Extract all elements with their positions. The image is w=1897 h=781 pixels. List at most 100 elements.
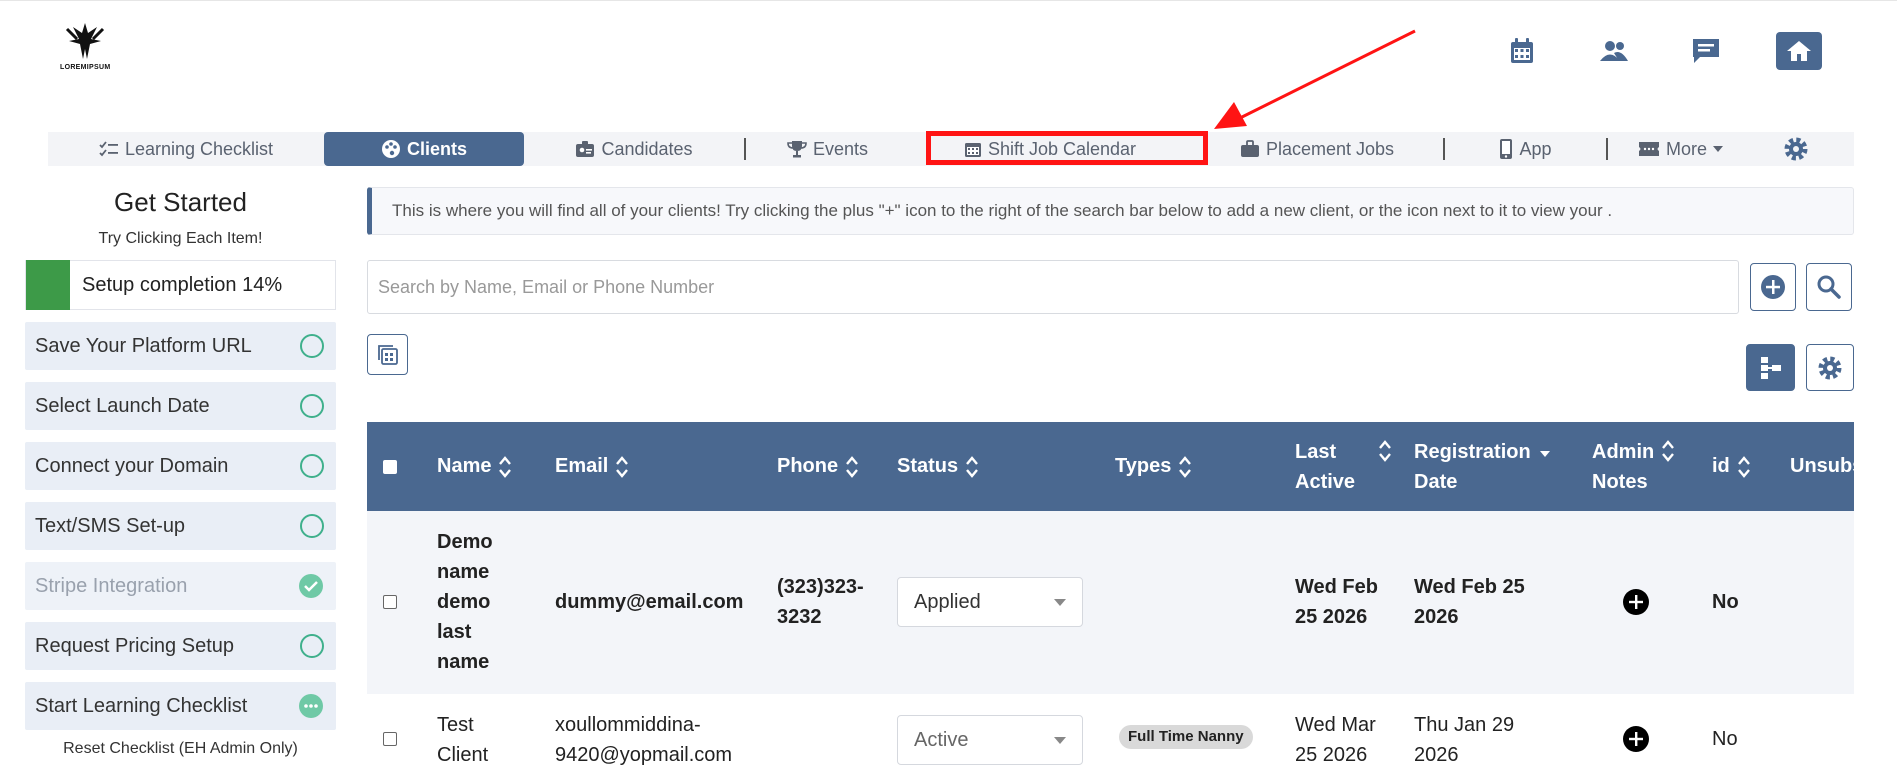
registration-date: Thu Jan 29 2026: [1414, 710, 1514, 770]
tab-label: More: [1665, 138, 1707, 159]
calendar-icon[interactable]: [1500, 31, 1544, 71]
tab-clients[interactable]: Clients: [324, 132, 524, 166]
home-icon: [1787, 41, 1811, 61]
checklist-item-select-launch-date[interactable]: Select Launch Date: [25, 382, 336, 430]
column-header-label: Admin: [1592, 440, 1655, 463]
settings-button[interactable]: [1760, 132, 1838, 166]
circle-icon: [300, 394, 324, 418]
tab-placement-jobs[interactable]: Placement Jobs: [1191, 132, 1443, 166]
tab-candidates[interactable]: Candidates: [524, 132, 744, 166]
checklist-item-label: Start Learning Checklist: [35, 694, 248, 717]
add-client-button[interactable]: [1750, 263, 1796, 311]
tab-app[interactable]: App: [1445, 132, 1606, 166]
table-copy-icon: [377, 344, 398, 365]
checklist-item-sms-setup[interactable]: Text/SMS Set-up: [25, 502, 336, 550]
name-line: Demo: [437, 531, 493, 553]
column-header-phone[interactable]: Phone: [777, 422, 859, 511]
tab-label: Placement Jobs: [1265, 138, 1395, 159]
home-button[interactable]: [1776, 32, 1822, 70]
column-header-admin-notes[interactable]: Admin Notes: [1592, 422, 1675, 511]
date-line: 2026: [1414, 606, 1459, 628]
checklist-item-stripe-integration[interactable]: Stripe Integration: [25, 562, 336, 610]
name-line: name: [437, 561, 490, 583]
name-line: demo: [437, 591, 491, 613]
checklist-item-save-platform-url[interactable]: Save Your Platform URL: [25, 322, 336, 370]
email-line: xoullommiddina-: [555, 714, 701, 736]
checklist-item-connect-domain[interactable]: Connect your Domain: [25, 442, 336, 490]
tab-learning-checklist[interactable]: Learning Checklist: [48, 132, 324, 166]
add-note-button[interactable]: [1623, 589, 1649, 615]
info-banner: This is where you will find all of your …: [367, 187, 1854, 235]
sort-icon: [846, 455, 859, 478]
column-header-label: Unsubs: [1790, 455, 1854, 477]
tab-events[interactable]: Events: [746, 132, 909, 166]
column-header-last-active[interactable]: Last Active: [1295, 422, 1391, 511]
type-badge-label: Full Time Nanny: [1119, 725, 1253, 749]
client-id: No: [1712, 591, 1739, 613]
table-header: Name Email Phone Status Types Last Active…: [367, 422, 1854, 511]
table-row[interactable]: Test Client xoullommiddina- 9420@yopmail…: [367, 694, 1854, 781]
select-all-checkbox[interactable]: [383, 422, 397, 511]
plus-icon: [1629, 595, 1643, 609]
sort-icon: [1379, 440, 1391, 462]
plus-icon: [1629, 732, 1643, 746]
table-row[interactable]: Demo name demo last name dummy@email.com…: [367, 511, 1854, 694]
progress-label: Setup completion 14%: [82, 273, 283, 296]
column-header-label: Email: [555, 455, 609, 477]
search-input[interactable]: [367, 260, 1739, 314]
reset-checklist-link[interactable]: Reset Checklist (EH Admin Only): [25, 740, 336, 758]
sort-icon: [1179, 455, 1192, 478]
circle-icon: [300, 454, 324, 478]
chat-icon[interactable]: [1684, 31, 1728, 71]
column-header-status[interactable]: Status: [897, 422, 979, 511]
row-checkbox[interactable]: [383, 595, 397, 609]
status-value: Applied: [914, 591, 981, 613]
setup-sidebar: Get Started Try Clicking Each Item! Setu…: [25, 183, 336, 758]
client-name[interactable]: Test Client: [437, 710, 488, 770]
tab-more[interactable]: More: [1608, 132, 1760, 166]
column-header-label: Active: [1295, 470, 1356, 493]
client-phone: (323)323- 3232: [777, 572, 864, 632]
top-toolbar: [1452, 31, 1822, 71]
add-note-button[interactable]: [1623, 726, 1649, 752]
name-line: Test: [437, 714, 474, 736]
date-line: Wed Feb 25: [1414, 576, 1525, 598]
company-logo[interactable]: LOREMIPSUM: [60, 19, 110, 77]
column-header-unsubscribed[interactable]: Unsubs: [1790, 422, 1854, 511]
checklist-item-start-learning[interactable]: Start Learning Checklist: [25, 682, 336, 730]
mobile-icon: [1500, 139, 1513, 159]
users-icon[interactable]: [1592, 31, 1636, 71]
status-select[interactable]: Applied: [897, 577, 1083, 627]
tab-label: Learning Checklist: [124, 138, 274, 159]
column-header-types[interactable]: Types: [1115, 422, 1192, 511]
tab-label: Events: [812, 138, 869, 159]
table-view-button[interactable]: [367, 334, 408, 375]
column-header-email[interactable]: Email: [555, 422, 629, 511]
column-header-registration-date[interactable]: Registration Date: [1414, 422, 1551, 511]
checklist-icon: [99, 141, 118, 157]
column-layout-button[interactable]: [1746, 344, 1795, 391]
column-header-label: Types: [1115, 455, 1172, 477]
client-name[interactable]: Demo name demo last name: [437, 527, 493, 677]
sidebar-title: Get Started: [114, 187, 247, 217]
name-line: name: [437, 651, 490, 673]
client-type-badge: Full Time Nanny: [1119, 725, 1253, 749]
info-text: This is where you will find all of your …: [392, 201, 1613, 220]
status-value: Active: [914, 729, 969, 751]
table-settings-button[interactable]: [1806, 344, 1854, 391]
row-checkbox[interactable]: [383, 732, 397, 746]
tab-label: Candidates: [601, 138, 693, 159]
column-header-id[interactable]: id: [1712, 422, 1750, 511]
clients-table: Name Email Phone Status Types Last Active…: [367, 422, 1854, 781]
search-button[interactable]: [1806, 263, 1852, 311]
status-select[interactable]: Active: [897, 715, 1083, 765]
phone-line: 3232: [777, 606, 822, 628]
column-header-label: Notes: [1592, 470, 1648, 493]
column-header-name[interactable]: Name: [437, 422, 512, 511]
column-header-label: Name: [437, 455, 492, 477]
checklist-item-request-pricing[interactable]: Request Pricing Setup: [25, 622, 336, 670]
checklist-item-label: Select Launch Date: [35, 394, 210, 417]
chevron-down-icon: [1054, 736, 1066, 744]
date-line: Wed Feb: [1295, 576, 1378, 598]
circle-icon: [300, 334, 324, 358]
